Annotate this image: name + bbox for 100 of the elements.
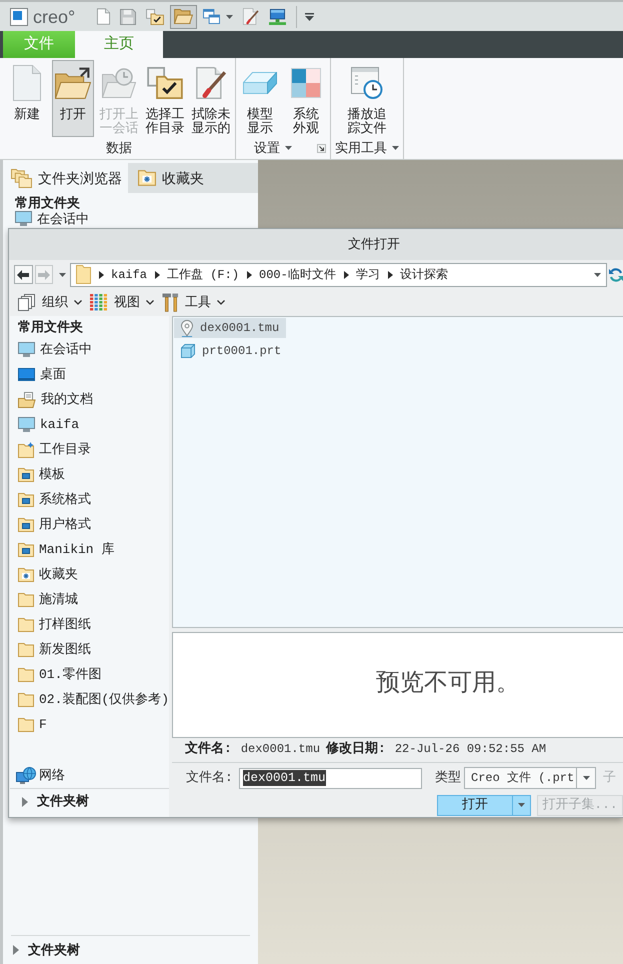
breadcrumb-item[interactable]: kaifa — [111, 266, 148, 284]
logo-icon — [10, 8, 28, 26]
folder-icon — [18, 618, 34, 632]
group-label: 实用工具 — [335, 139, 387, 158]
section-heading: 常用文件夹 — [17, 318, 84, 337]
field-label: 类型 — [435, 769, 461, 788]
sidebar-item[interactable]: 打样图纸 — [10, 612, 169, 637]
arrow-right-icon — [38, 270, 50, 280]
preview-message: 预览不可用。 — [376, 670, 520, 700]
sidebar-item[interactable]: 收藏夹 — [10, 562, 169, 587]
ribbon-button[interactable]: 模型显示 — [239, 60, 281, 137]
sidebar-item[interactable]: 用户格式 — [10, 512, 169, 537]
ribbon-button[interactable]: 播放追踪文件 — [346, 60, 388, 137]
refresh-icon — [609, 268, 623, 282]
sidebar-item[interactable]: kaifa — [10, 412, 169, 437]
sidebar-item[interactable]: 01.零件图 — [10, 662, 169, 687]
triangle-icon — [99, 270, 104, 278]
ribbon-tab[interactable]: 主页 — [75, 31, 163, 58]
chevron-down-icon — [217, 300, 225, 305]
detail-label: 文件名: — [185, 740, 232, 758]
sidebar-item[interactable]: 我的文档 — [10, 387, 169, 412]
open-folder-icon — [55, 67, 91, 99]
breadcrumb-item[interactable]: 设计探索 — [400, 266, 448, 284]
sidebar-item[interactable]: 在会话中 — [10, 337, 169, 362]
sidebar-item[interactable]: 02.装配图(仅供参考) — [10, 687, 169, 712]
color-grid-icon — [291, 68, 321, 98]
brush-icon — [196, 67, 226, 99]
floppy-icon — [120, 8, 136, 24]
toolbar-menu-button[interactable]: 工具 — [162, 292, 225, 312]
caret-icon — [226, 14, 234, 18]
grid-icon — [90, 294, 108, 311]
file-item[interactable]: prt0001.prt — [174, 341, 288, 361]
chevron-down-icon — [74, 300, 82, 305]
windows-icon — [203, 9, 220, 24]
file-item[interactable]: dex0001.tmu — [174, 318, 286, 338]
ribbon-button[interactable]: 拭除未显示的 — [190, 60, 232, 137]
sidebar-item[interactable]: 系统格式 — [10, 487, 169, 512]
breadcrumb-item[interactable]: 000-临时文件 — [259, 266, 336, 284]
documents-icon — [18, 392, 36, 408]
caret-icon — [305, 12, 314, 20]
pin-icon — [181, 320, 193, 336]
filename-field[interactable]: dex0001.tmu — [239, 768, 422, 788]
toolbar-button[interactable] — [170, 4, 198, 28]
globe-icon — [16, 767, 36, 784]
address-field[interactable]: kaifa 工作盘 (F:) 000-临时文件 学习 设计探索 — [70, 262, 607, 286]
folder-item[interactable]: 在会话中 — [3, 211, 258, 226]
sidebar-item[interactable]: F — [10, 712, 169, 737]
folder-box-icon — [18, 518, 34, 532]
group-label: 数据 — [106, 139, 132, 158]
sidebar-item[interactable]: 工作目录 — [10, 437, 169, 462]
sidebar-item[interactable]: 桌面 — [10, 362, 169, 387]
toolbar-menu-button[interactable]: 视图 — [90, 292, 154, 312]
monitor-icon — [18, 342, 35, 357]
breadcrumb-item[interactable]: 学习 — [356, 266, 380, 284]
star-folder-icon — [138, 170, 156, 186]
caret-icon — [59, 272, 66, 276]
ribbon-button[interactable]: 系统外观 — [285, 60, 327, 137]
caret-icon — [285, 146, 292, 150]
toolbar-menu-button[interactable]: 组织 — [18, 292, 82, 312]
refresh-button[interactable] — [609, 268, 623, 282]
caret-icon — [582, 776, 590, 780]
ribbon-button[interactable]: 打开 — [52, 60, 94, 137]
window-clock-icon — [351, 67, 383, 99]
open-button[interactable]: 打开 — [437, 794, 512, 816]
sidebar-item[interactable]: 施清城 — [10, 587, 169, 612]
folder-icon — [18, 642, 34, 656]
folder-tree-toggle[interactable]: 文件夹树 — [10, 789, 169, 814]
triangle-icon — [388, 270, 393, 278]
section-heading: 常用文件夹 — [14, 194, 81, 211]
folder-check-icon — [146, 8, 164, 24]
breadcrumb-item[interactable]: 工作盘 (F:) — [167, 266, 240, 284]
back-button[interactable] — [14, 265, 32, 284]
open-folder-icon — [174, 9, 194, 24]
ribbon-button[interactable]: 新建 — [6, 60, 48, 137]
type-select[interactable]: Creo 文件 (.prt — [464, 767, 596, 789]
folder-icon — [18, 592, 34, 606]
group-label: 设置 — [254, 139, 280, 158]
sidebar-item[interactable]: 新发图纸 — [10, 637, 169, 662]
folder-icon — [18, 692, 34, 706]
subtype-label: 子 — [603, 769, 616, 788]
panel-tab[interactable]: 收藏夹 — [128, 163, 258, 193]
triangle-icon — [155, 270, 160, 278]
triangle-icon — [344, 270, 349, 278]
folder-check-icon — [147, 67, 183, 99]
folder-box-icon — [18, 542, 34, 556]
launcher-icon — [317, 144, 326, 152]
folder-box-icon — [18, 492, 34, 506]
caret-icon — [392, 146, 399, 150]
caret-icon — [518, 803, 525, 807]
open-menu-button[interactable] — [512, 794, 531, 816]
block-icon — [243, 72, 277, 94]
folders-icon — [11, 168, 32, 188]
sidebar-item[interactable]: 模板 — [10, 462, 169, 487]
ribbon-button[interactable]: 选择工作目录 — [144, 60, 186, 137]
folder-sparkle-icon — [18, 442, 34, 458]
document-icon — [13, 65, 41, 101]
sidebar-item[interactable]: 网络 — [10, 763, 169, 788]
sidebar-item[interactable]: Manikin 库 — [10, 537, 169, 562]
cube-icon — [181, 344, 195, 358]
folder-tree-toggle[interactable]: 文件夹树 — [3, 936, 258, 964]
